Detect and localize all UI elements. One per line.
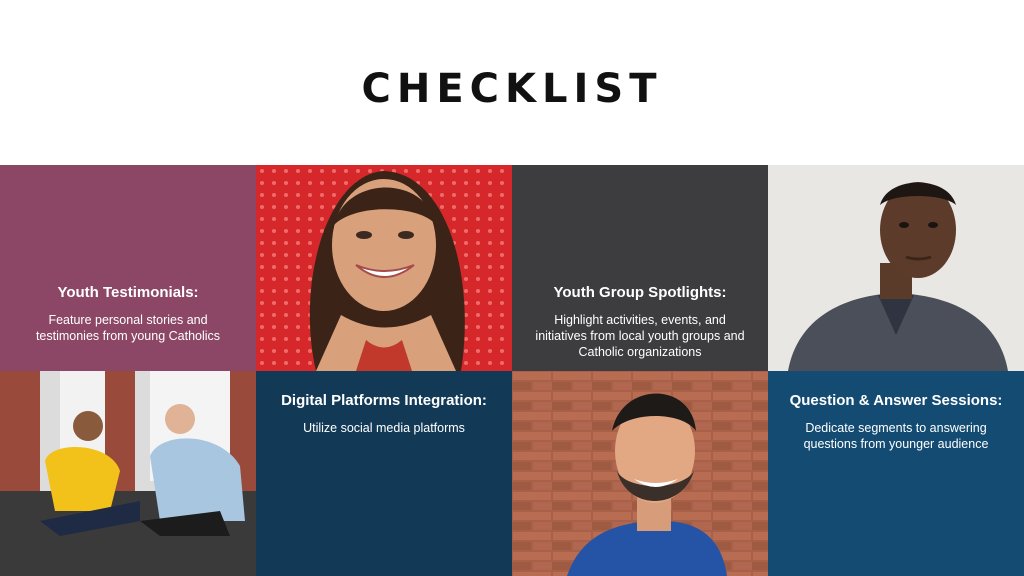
tile-body: Dedicate segments to answering questions…	[803, 421, 989, 451]
tile-heading: Youth Testimonials:	[57, 284, 199, 301]
photo-man-portrait	[768, 165, 1024, 371]
tile-body: Highlight activities, events, and initia…	[535, 313, 745, 359]
tile-youth-testimonials: Youth Testimonials: Feature personal sto…	[0, 165, 256, 371]
tile-digital-platforms: Digital Platforms Integration: Utilize s…	[256, 371, 512, 576]
tile-heading: Youth Group Spotlights:	[553, 284, 727, 301]
tile-body: Utilize social media platforms	[303, 421, 465, 435]
tile-heading: Question & Answer Sessions:	[789, 392, 1003, 409]
tile-question-answer: Question & Answer Sessions: Dedicate seg…	[768, 371, 1024, 576]
tile-body: Feature personal stories and testimonies…	[35, 313, 221, 343]
tile-youth-group-spotlights: Youth Group Spotlights: Highlight activi…	[512, 165, 768, 371]
page-title: CHECKLIST	[361, 66, 663, 112]
photo-smiling-man-brick-wall	[512, 371, 768, 576]
photo-smiling-girl	[256, 165, 512, 371]
tile-heading: Digital Platforms Integration:	[281, 392, 487, 409]
photo-two-young-women	[0, 371, 256, 576]
